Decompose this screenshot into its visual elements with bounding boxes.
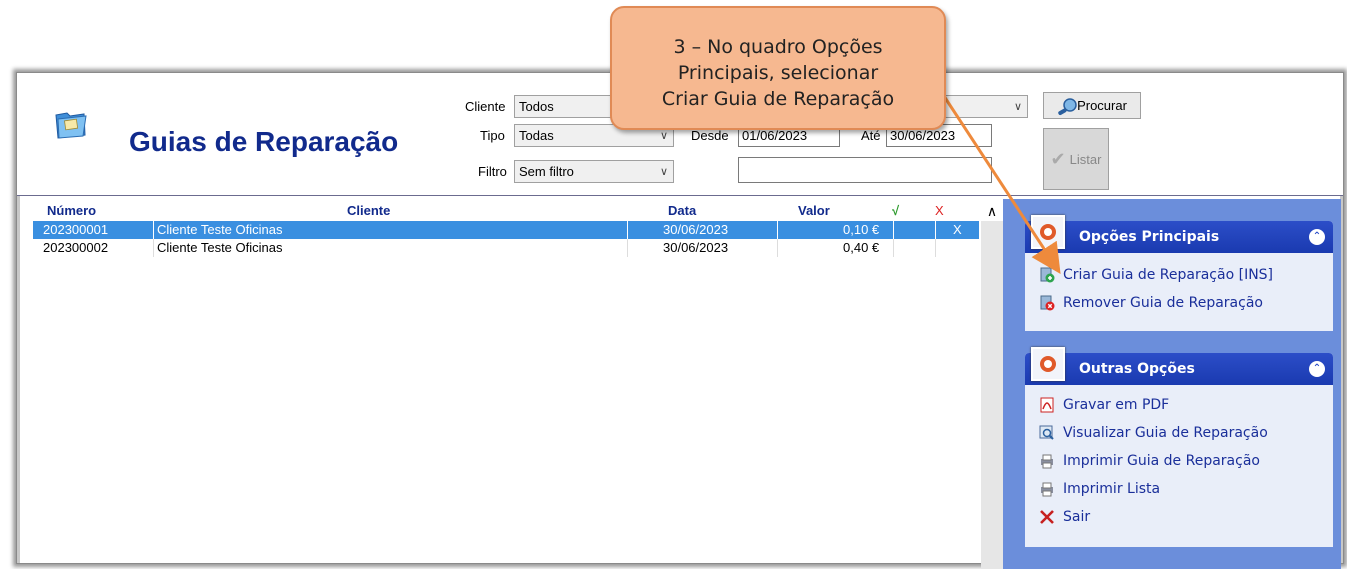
tutorial-callout: 3 – No quadro Opções Principais, selecio…	[610, 6, 946, 130]
callout-line: Criar Guia de Reparação	[661, 88, 895, 110]
callout-line: Principais, selecionar	[677, 62, 879, 84]
callout-line: 3 – No quadro Opções	[673, 36, 883, 58]
